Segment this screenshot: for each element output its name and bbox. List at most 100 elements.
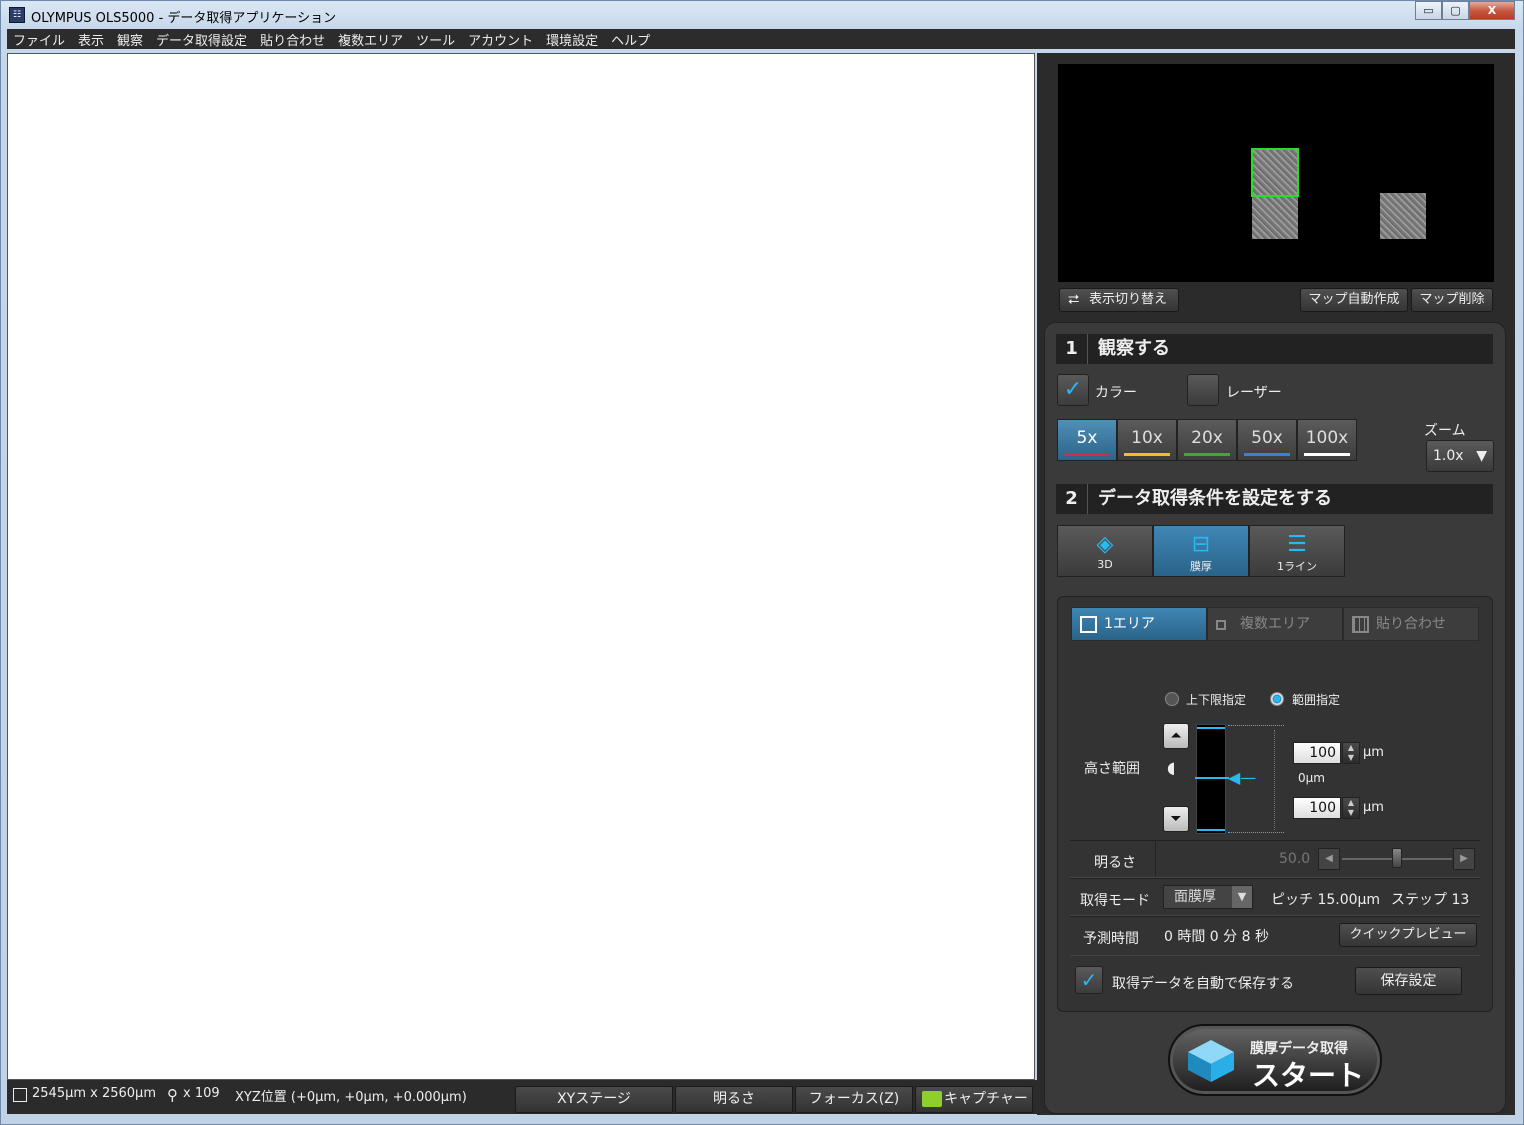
live-image-viewport[interactable] (7, 53, 1035, 1080)
objective-5x-label: 5x (1076, 428, 1098, 448)
radio-upper-lower[interactable] (1165, 692, 1179, 706)
height-range-label: 高さ範囲 (1084, 761, 1140, 777)
mode-3d[interactable]: ◈ 3D (1057, 525, 1153, 577)
area-stitching-label: 貼り合わせ (1376, 616, 1446, 632)
acq-mode-select[interactable]: 面膜厚 ▼ (1163, 885, 1253, 909)
acq-mode-label: 取得モード (1080, 893, 1150, 909)
menu-file[interactable]: ファイル (7, 30, 72, 49)
menu-observe[interactable]: 観察 (111, 30, 150, 49)
color-checkbox[interactable]: ✓ (1057, 374, 1089, 406)
objective-color-bar (1124, 453, 1170, 456)
menu-stitching[interactable]: 貼り合わせ (254, 30, 332, 49)
close-button[interactable]: X (1469, 1, 1515, 20)
acq-mode-value: 面膜厚 (1174, 889, 1216, 905)
auto-map-button[interactable]: マップ自動作成 (1300, 288, 1408, 312)
menu-help[interactable]: ヘルプ (605, 30, 657, 49)
save-settings-button[interactable]: 保存設定 (1355, 967, 1462, 995)
menu-bar: ファイル 表示 観察 データ取得設定 貼り合わせ 複数エリア ツール アカウント… (7, 29, 1515, 49)
menu-preferences[interactable]: 環境設定 (540, 30, 605, 49)
center-arrow-icon: ◀— (1228, 768, 1257, 787)
macro-map-view[interactable] (1058, 64, 1494, 282)
lower-guide-line (1228, 832, 1284, 833)
film-thickness-icon: ⊟ (1191, 532, 1211, 557)
status-bar: 2545µm x 2560µm ⚲ x 109 XYZ位置 (+0µm, +0µ… (7, 1080, 1037, 1114)
minimize-button[interactable]: ▭ (1415, 1, 1442, 20)
chevron-down-icon: ▼ (1232, 886, 1252, 908)
area-single[interactable]: 1エリア (1071, 607, 1207, 641)
radio-range[interactable] (1270, 692, 1284, 706)
upper-unit: µm (1363, 745, 1384, 760)
map-tile (1380, 193, 1426, 239)
area-stitching[interactable]: 貼り合わせ (1343, 607, 1479, 641)
objective-10x[interactable]: 10x (1117, 419, 1177, 461)
objective-color-bar (1064, 453, 1110, 456)
brightness-decrease-button[interactable]: ◀ (1318, 848, 1340, 870)
objective-100x[interactable]: 100x (1297, 419, 1357, 461)
brightness-increase-button[interactable]: ▶ (1453, 848, 1475, 870)
map-tile (1252, 196, 1298, 239)
window-title: OLYMPUS OLS5000 - データ取得アプリケーション (31, 11, 337, 26)
mode-3d-label: 3D (1097, 558, 1113, 571)
magnification-text: x 109 (183, 1086, 220, 1101)
center-line (1195, 777, 1229, 779)
range-dimension-line (1274, 730, 1275, 830)
zoom-select[interactable]: 1.0x ▼ (1426, 440, 1494, 472)
current-position-marker (1251, 148, 1299, 197)
capture-label: キャプチャー (944, 1091, 1028, 1107)
zoom-value: 1.0x (1433, 448, 1464, 464)
radio-upper-lower-label: 上下限指定 (1186, 693, 1247, 707)
upper-range-spinner[interactable]: ▲ ▼ (1342, 742, 1360, 764)
cube-icon (1188, 1040, 1234, 1082)
capture-button[interactable]: キャプチャー (915, 1086, 1033, 1113)
objective-100x-label: 100x (1305, 428, 1349, 448)
delete-map-button[interactable]: マップ削除 (1411, 288, 1493, 312)
move-down-button[interactable]: ⏷ (1163, 806, 1189, 832)
lower-unit: µm (1363, 800, 1384, 815)
multi-area-icon (1216, 620, 1226, 630)
color-label: カラー (1095, 385, 1137, 401)
objective-20x[interactable]: 20x (1177, 419, 1237, 461)
mode-1line[interactable]: ☰ 1ライン (1249, 525, 1345, 577)
objective-5x[interactable]: 5x (1057, 419, 1117, 461)
menu-acquisition-settings[interactable]: データ取得設定 (150, 30, 254, 49)
camera-icon (922, 1091, 942, 1107)
upper-limit-line (1197, 727, 1225, 729)
auto-save-label: 取得データを自動で保存する (1112, 976, 1294, 992)
menu-view[interactable]: 表示 (72, 30, 111, 49)
area-multiple[interactable]: 複数エリア (1207, 607, 1343, 641)
auto-save-checkbox[interactable]: ✓ (1075, 966, 1103, 994)
menu-multi-area[interactable]: 複数エリア (332, 30, 410, 49)
menu-account[interactable]: アカウント (462, 30, 540, 49)
move-up-button[interactable]: ⏶ (1163, 723, 1189, 749)
field-size-icon (13, 1088, 27, 1102)
est-time-label: 予測時間 (1083, 931, 1139, 947)
start-acquisition-button[interactable]: 膜厚データ取得 スタート (1168, 1024, 1382, 1096)
quick-preview-button[interactable]: クイックプレビュー (1339, 923, 1477, 947)
zoom-label: ズーム (1424, 423, 1466, 439)
brightness-slider-thumb[interactable] (1392, 848, 1402, 868)
objective-color-bar (1244, 453, 1290, 456)
restore-button[interactable]: ▢ (1442, 1, 1469, 20)
swap-arrow-icon: ⮂ (1068, 292, 1080, 308)
step2-header: 2 データ取得条件を設定をする (1056, 484, 1493, 514)
menu-tools[interactable]: ツール (410, 30, 462, 49)
pitch-text: ピッチ 15.00µm (1271, 892, 1381, 908)
objective-10x-label: 10x (1131, 428, 1163, 448)
lower-range-spinner[interactable]: ▲ ▼ (1342, 797, 1360, 819)
step1-title: 観察する (1098, 338, 1170, 359)
olympus-app-icon[interactable]: ☷ (9, 7, 25, 23)
objective-50x-label: 50x (1251, 428, 1283, 448)
area-multiple-label: 複数エリア (1240, 616, 1310, 632)
lower-range-input[interactable]: 100 (1293, 797, 1341, 819)
grid-icon (1352, 616, 1369, 633)
mode-film-thickness[interactable]: ⊟ 膜厚 (1153, 525, 1249, 577)
title-bar[interactable]: ☷ OLYMPUS OLS5000 - データ取得アプリケーション ▭ ▢ X (1, 1, 1523, 29)
laser-checkbox[interactable] (1187, 374, 1219, 406)
objective-50x[interactable]: 50x (1237, 419, 1297, 461)
brightness-button[interactable]: 明るさ (675, 1086, 793, 1113)
focus-button[interactable]: フォーカス(Z) (795, 1086, 913, 1113)
height-range-gauge (1195, 724, 1229, 834)
switch-display-button[interactable]: ⮂ 表示切り替え (1059, 288, 1179, 312)
xy-stage-button[interactable]: XYステージ (515, 1086, 673, 1113)
upper-range-input[interactable]: 100 (1293, 742, 1341, 764)
